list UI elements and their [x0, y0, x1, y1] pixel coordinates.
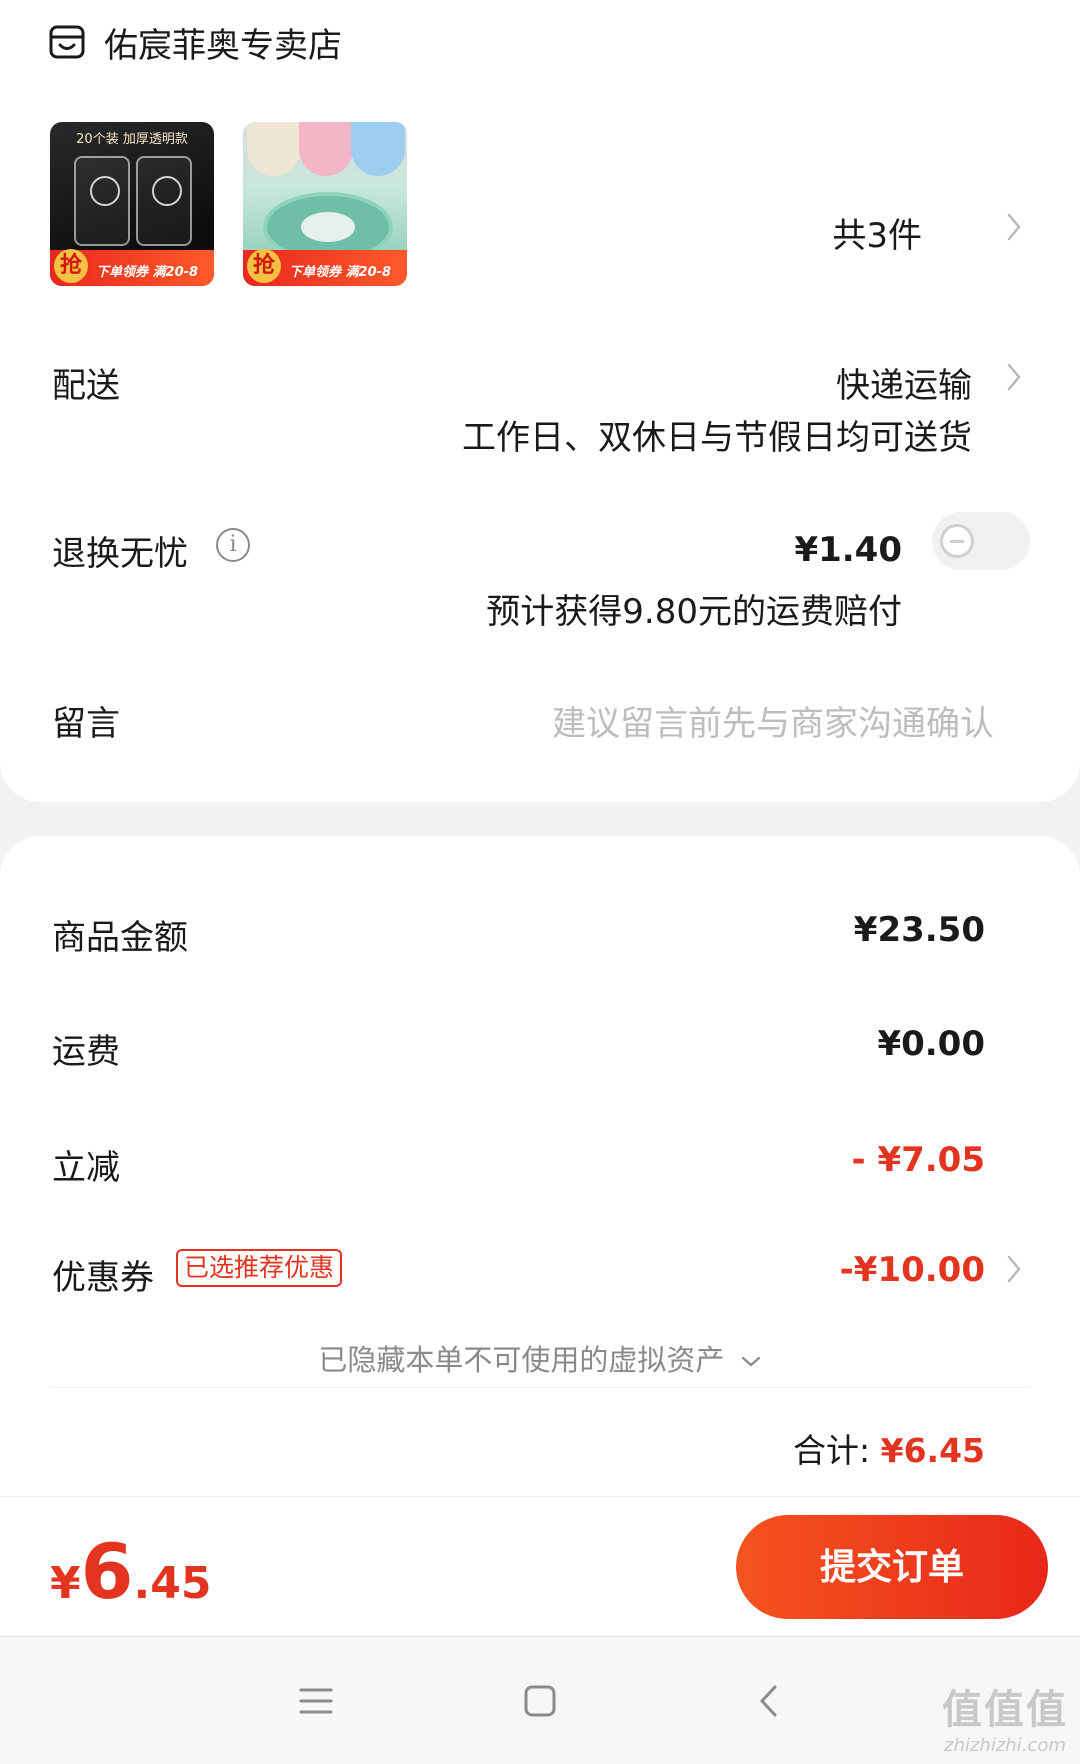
delivery-method[interactable]: 快递运输: [836, 358, 972, 407]
store-header[interactable]: 佑宸菲奥专卖店: [48, 18, 342, 66]
return-insurance-price: ¥1.40: [794, 530, 902, 570]
menu-icon: [299, 1688, 333, 1714]
back-button[interactable]: [738, 1673, 798, 1729]
coupon-label: 优惠券: [52, 1258, 154, 1298]
divider: [50, 1387, 1030, 1388]
hook-image: [136, 156, 192, 246]
chevron-down-icon: [741, 1356, 760, 1367]
return-insurance-label: 退换无忧: [52, 534, 188, 574]
chevron-right-icon[interactable]: [1006, 362, 1022, 392]
menu-button[interactable]: [286, 1673, 346, 1729]
return-insurance-note: 预计获得9.80元的运费赔付: [486, 592, 902, 632]
hidden-assets-text: 已隐藏本单不可使用的虚拟资产: [318, 1343, 725, 1377]
message-input[interactable]: 建议留言前先与商家沟通确认: [552, 696, 994, 745]
system-nav-bar: 值值值 zhizhizhi.com: [0, 1636, 1080, 1764]
goods-amount-label: 商品金额: [52, 918, 188, 958]
chevron-right-icon[interactable]: [1006, 212, 1022, 242]
seat-cover-image: [351, 122, 405, 176]
message-label: 留言: [52, 704, 120, 744]
price-integer: 6: [80, 1527, 134, 1616]
store-icon: [49, 25, 85, 59]
promo-text: 下单领券 满20-8: [96, 265, 199, 280]
chevron-right-icon[interactable]: [1006, 1254, 1022, 1284]
watermark-url: zhizhizhi.com: [944, 1735, 1066, 1756]
goods-amount-value: ¥23.50: [853, 910, 985, 950]
product-thumbnail[interactable]: 抢 下单领券 满20-8: [243, 122, 407, 286]
seat-cover-image: [247, 122, 301, 176]
order-confirm-page: 佑宸菲奥专卖店 20个装 加厚透明款 抢 下单领券 满20-8 抢 下单领券 满…: [0, 0, 1080, 1764]
info-icon[interactable]: i: [216, 528, 250, 562]
watermark: 值值值 zhizhizhi.com: [942, 1677, 1068, 1756]
discount-value: - ¥7.05: [851, 1140, 986, 1180]
seat-cover-image: [299, 122, 353, 176]
shipping-value: ¥0.00: [877, 1024, 985, 1064]
delivery-label: 配送: [52, 366, 120, 406]
total-label: 合计:: [792, 1431, 871, 1470]
back-arrow-icon: [759, 1685, 777, 1717]
grab-badge: 抢: [54, 249, 88, 283]
grab-badge: 抢: [247, 249, 281, 283]
promo-text: 下单领券 满20-8: [289, 265, 392, 280]
total-line: 合计: ¥6.45: [793, 1424, 985, 1472]
hook-image: [74, 156, 130, 246]
home-button[interactable]: [510, 1673, 570, 1729]
home-square-icon: [524, 1685, 556, 1717]
currency-symbol: ¥: [50, 1558, 81, 1609]
submit-order-button[interactable]: 提交订单: [736, 1515, 1048, 1619]
order-items-card: 佑宸菲奥专卖店 20个装 加厚透明款 抢 下单领券 满20-8 抢 下单领券 满…: [0, 0, 1080, 802]
discount-label: 立减: [52, 1148, 120, 1188]
toggle-knob: [940, 524, 974, 558]
delivery-note: 工作日、双休日与节假日均可送货: [462, 418, 972, 458]
product-thumbnail[interactable]: 20个装 加厚透明款 抢 下单领券 满20-8: [50, 122, 214, 286]
coupon-tag: 已选推荐优惠: [176, 1249, 343, 1287]
hidden-assets-toggle[interactable]: 已隐藏本单不可使用的虚拟资产: [0, 1337, 1080, 1379]
pay-amount: ¥6.45: [50, 1527, 211, 1616]
item-count[interactable]: 共3件: [832, 208, 922, 257]
store-name: 佑宸菲奥专卖店: [104, 25, 342, 66]
return-insurance-toggle[interactable]: [932, 512, 1030, 570]
coupon-value[interactable]: -¥10.00: [840, 1250, 985, 1290]
total-value: ¥6.45: [880, 1431, 985, 1470]
checkout-bar: ¥6.45 提交订单: [0, 1496, 1080, 1636]
price-decimal: .45: [133, 1558, 212, 1609]
thumbnail-caption: 20个装 加厚透明款: [76, 132, 188, 147]
watermark-logo: 值值值: [942, 1687, 1068, 1733]
shipping-label: 运费: [52, 1032, 120, 1072]
